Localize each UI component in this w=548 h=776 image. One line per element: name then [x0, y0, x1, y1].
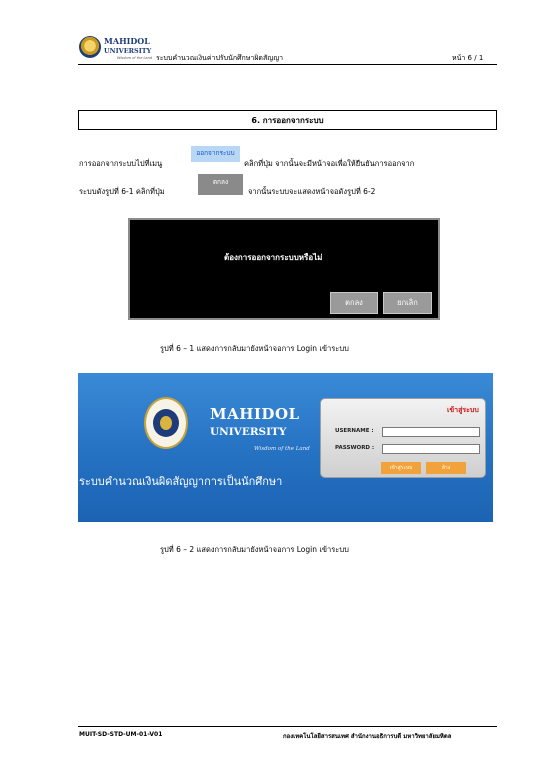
university-name: MAHIDOL — [210, 405, 300, 423]
logo-sub: UNIVERSITY — [104, 47, 152, 55]
system-banner: ระบบคำนวณเงินผิดสัญญาการเป็นนักศึกษา — [79, 475, 283, 488]
document-title: ระบบคำนวณเงินค่าปรับนักศึกษาผิดสัญญา — [156, 54, 284, 62]
seal-center — [160, 416, 172, 430]
para1-start: การออกจากระบบไปที่เมนู — [79, 159, 163, 168]
figure2-caption: รูปที่ 6 – 2 แสดงการกลับมายังหน้าจอการ L… — [160, 545, 349, 554]
organization-name: กองเทคโนโลยีสารสนเทศ สำนักงานอธิการบดี ม… — [283, 733, 452, 740]
footer-rule — [78, 726, 497, 727]
username-input[interactable] — [382, 427, 480, 437]
password-label: PASSWORD : — [335, 445, 375, 451]
para2-start: ระบบดังรูปที่ 6-1 คลิกที่ปุ่ม — [79, 187, 165, 196]
para2-end: จากนั้นระบบจะแสดงหน้าจอดังรูปที่ 6-2 — [248, 187, 376, 196]
logo-name: MAHIDOL — [104, 36, 150, 46]
para1-end: คลิกที่ปุ่ม จากนั้นจะมีหน้าจอเพื่อให้ยืน… — [244, 159, 415, 168]
section-heading: 6. การออกจากระบบ — [78, 110, 497, 130]
header-rule — [78, 64, 497, 65]
document-code: MUIT-SD-STD-UM-01-V01 — [79, 731, 163, 738]
university-subname: UNIVERSITY — [210, 426, 287, 438]
university-motto: Wisdom of the Land — [254, 446, 310, 452]
username-label: USERNAME : — [335, 428, 374, 434]
clear-button[interactable]: ล้าง — [426, 462, 466, 474]
logo-motto: Wisdom of the Land — [117, 56, 153, 60]
password-input[interactable] — [382, 444, 480, 454]
dialog-cancel-button[interactable]: ยกเลิก — [383, 292, 432, 314]
login-button[interactable]: เข้าสู่ระบบ — [381, 462, 421, 474]
dialog-ok-button[interactable]: ตกลง — [330, 292, 378, 314]
ok-button-chip: ตกลง — [198, 174, 243, 195]
dialog-message: ต้องการออกจากระบบหรือไม่ — [224, 253, 323, 262]
figure1-caption: รูปที่ 6 – 1 แสดงการกลับมายังหน้าจอการ L… — [160, 344, 349, 353]
page-number: หน้า 6 / 1 — [452, 54, 484, 62]
mahidol-logo-icon — [79, 36, 101, 58]
login-panel-title: เข้าสู่ระบบ — [447, 406, 479, 414]
logout-menu-chip: ออกจากระบบ — [191, 146, 240, 162]
